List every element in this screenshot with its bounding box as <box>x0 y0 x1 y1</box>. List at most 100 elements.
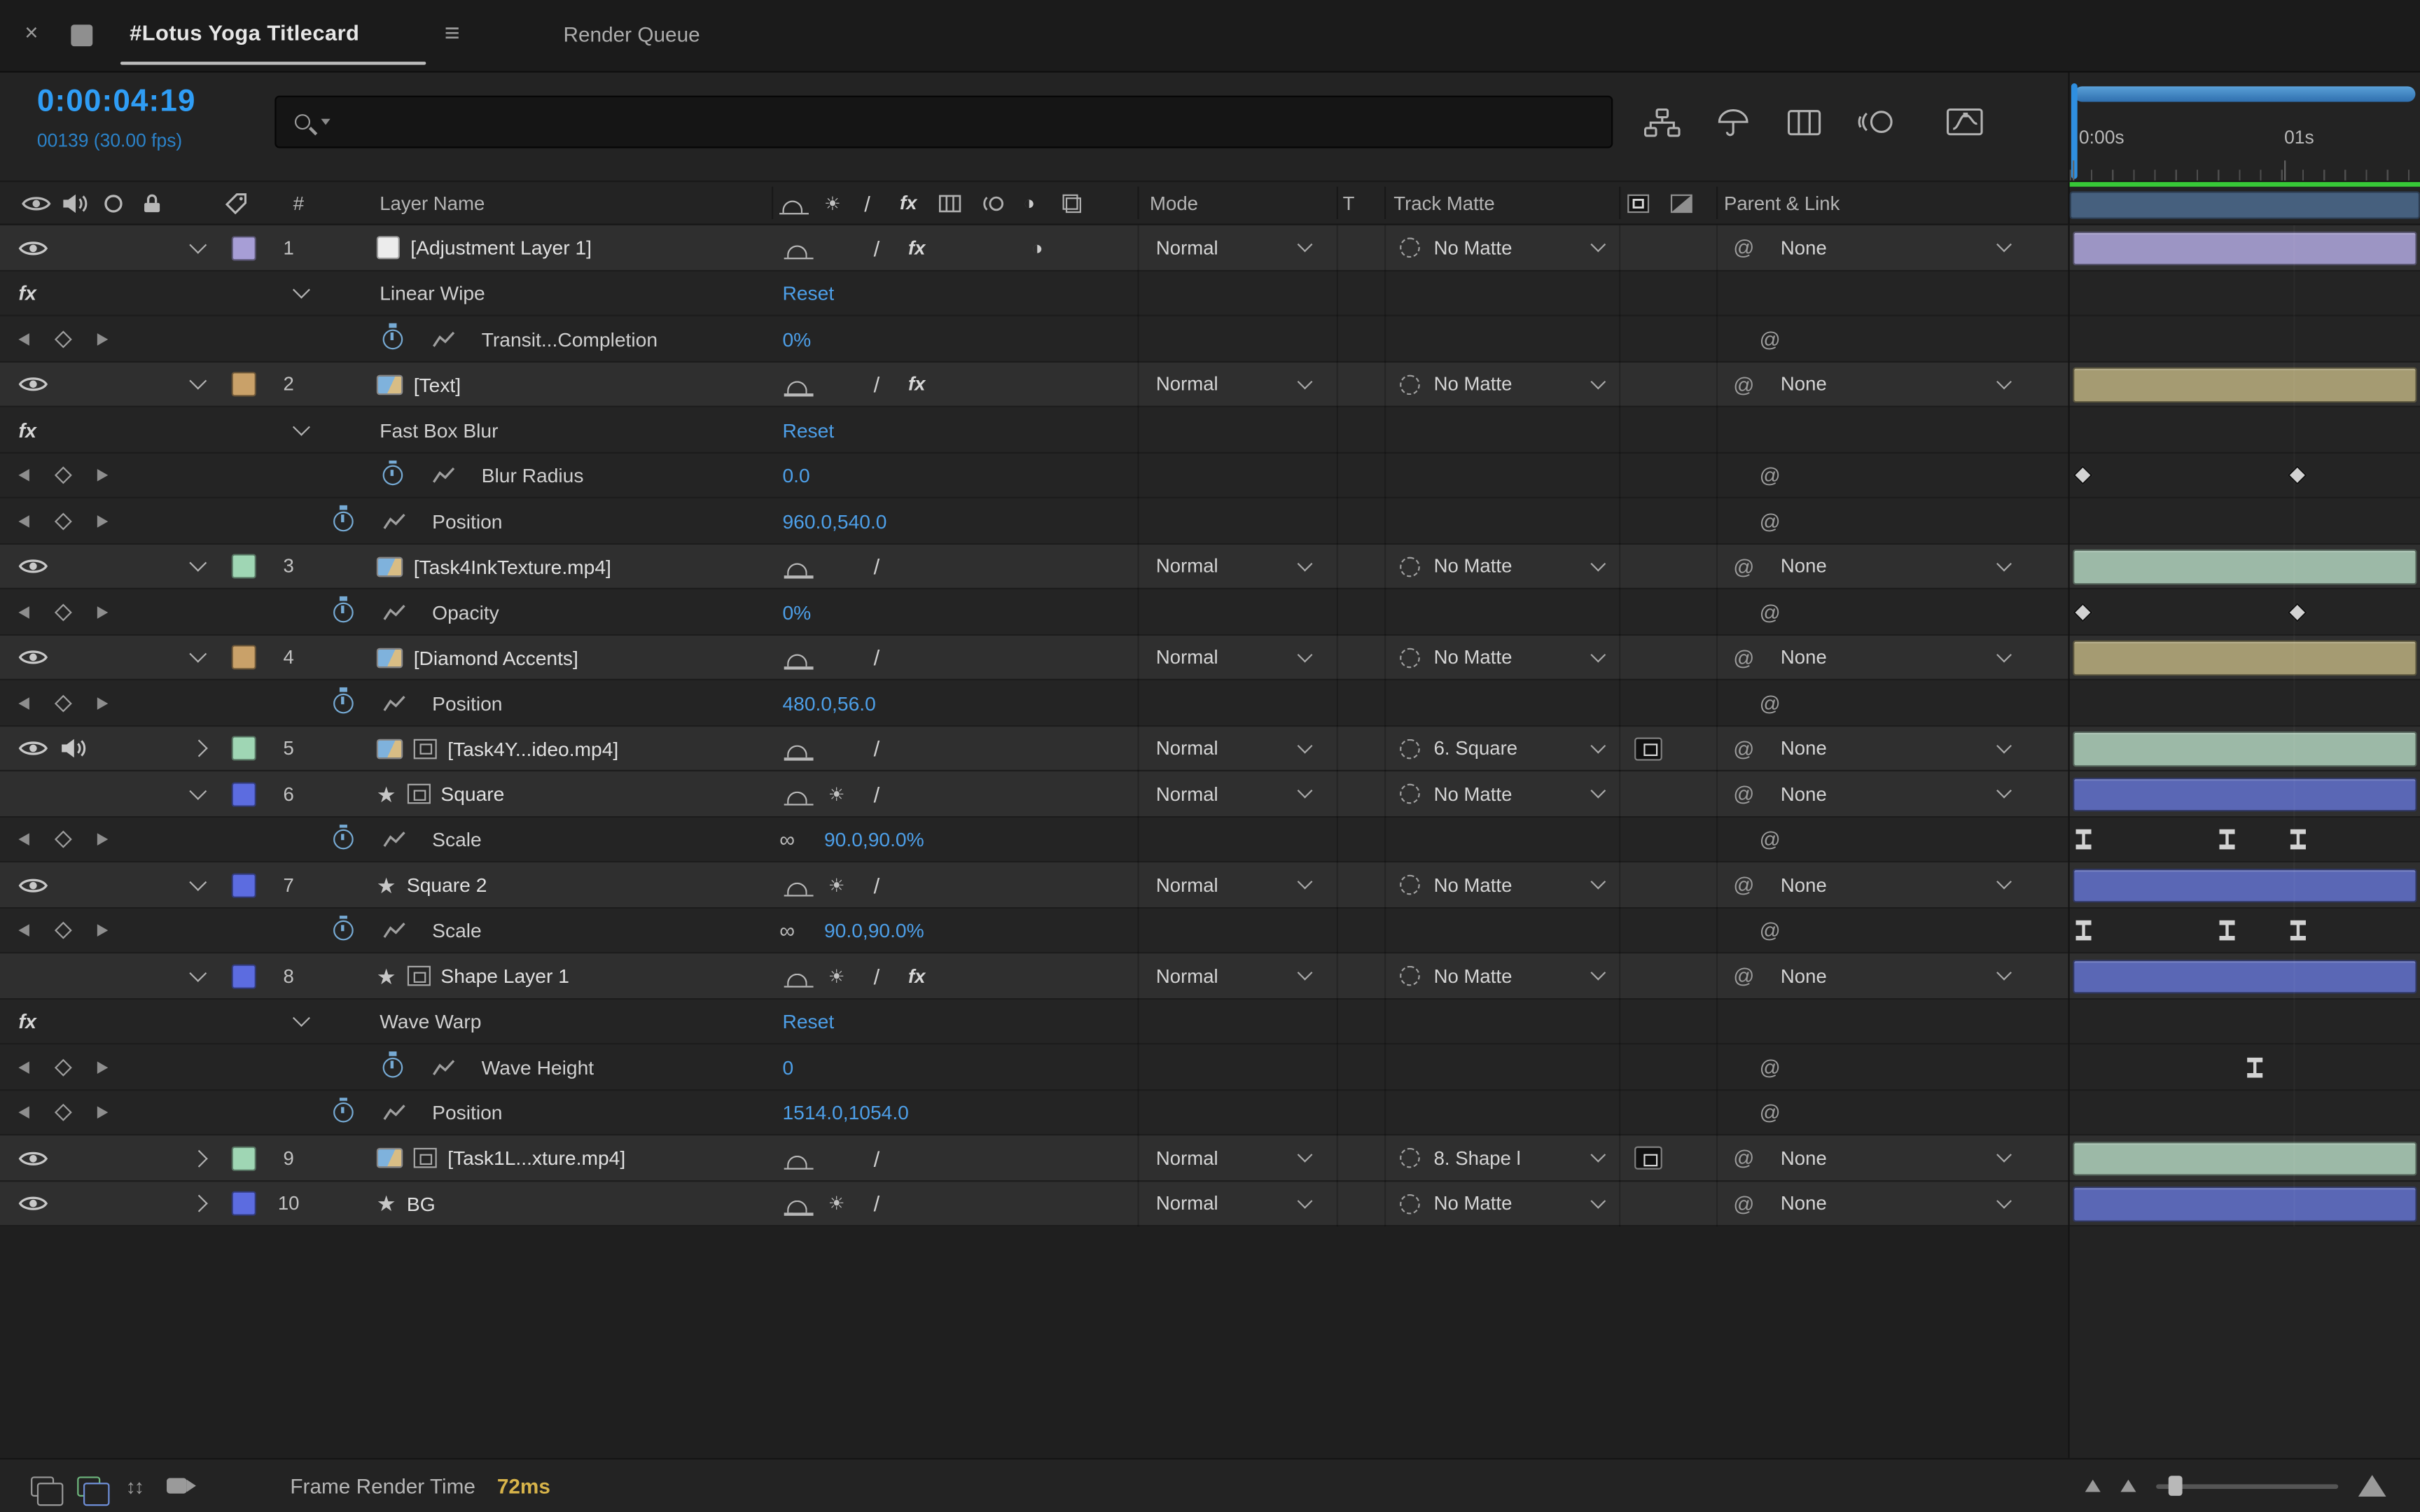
pickwhip-icon[interactable]: @ <box>1760 828 1781 851</box>
preserve-transparency-toggle[interactable] <box>1314 771 1375 817</box>
close-panel-button[interactable]: × <box>25 20 38 46</box>
keyframe-icon[interactable] <box>2076 830 2092 850</box>
shy-toggle[interactable] <box>777 635 816 680</box>
expand-toggle[interactable] <box>173 1181 225 1226</box>
pickwhip-icon[interactable]: @ <box>1760 919 1781 942</box>
previous-keyframe-button[interactable] <box>18 1107 29 1119</box>
layer-name[interactable]: BG <box>407 1192 436 1215</box>
video-toggle[interactable] <box>13 726 53 771</box>
layer-name[interactable]: [Task1L...xture.mp4] <box>447 1147 625 1170</box>
label-swatch[interactable] <box>232 1146 256 1170</box>
mode-select[interactable]: Normal <box>1156 556 1310 578</box>
frame-blend-toggle[interactable] <box>937 862 977 908</box>
lock-toggle[interactable] <box>133 862 173 908</box>
add-keyframe-button[interactable] <box>55 512 72 530</box>
graph-icon[interactable] <box>383 831 406 848</box>
next-keyframe-button[interactable] <box>97 470 108 482</box>
expand-toggle[interactable] <box>296 1016 309 1028</box>
adjustment-toggle[interactable] <box>1017 726 1057 771</box>
fx-toggle[interactable]: fx <box>897 225 937 271</box>
track-matte-icon[interactable] <box>1400 875 1420 895</box>
effect-name[interactable]: Wave Warp <box>380 1010 481 1033</box>
track-matte-select[interactable]: 8. Shape l <box>1434 1147 1604 1169</box>
adjustment-toggle[interactable] <box>1017 362 1057 407</box>
fx-toggle[interactable] <box>897 1181 937 1226</box>
preserve-transparency-toggle[interactable] <box>1314 1135 1375 1181</box>
transfer-controls-pane-toggle[interactable] <box>65 1466 111 1506</box>
layer-duration-bar[interactable] <box>2073 1186 2417 1222</box>
stopwatch-toggle[interactable] <box>383 329 403 349</box>
add-keyframe-button[interactable] <box>55 603 72 621</box>
graph-icon[interactable] <box>432 330 455 347</box>
property-value[interactable]: 0 <box>782 1056 793 1079</box>
pickwhip-icon[interactable]: @ <box>1760 464 1781 487</box>
layer-name-column-header[interactable]: Layer Name <box>380 192 485 214</box>
keyframe-icon[interactable] <box>2290 830 2305 850</box>
pickwhip-icon[interactable]: @ <box>1760 328 1781 351</box>
graph-icon[interactable] <box>383 923 406 939</box>
preserve-transparency-toggle[interactable] <box>1314 544 1375 589</box>
motion-blur-toggle[interactable] <box>977 862 1017 908</box>
mode-select[interactable]: Normal <box>1156 783 1310 805</box>
solo-toggle[interactable] <box>92 362 132 407</box>
graph-icon[interactable] <box>383 1105 406 1121</box>
pickwhip-icon[interactable]: @ <box>1760 510 1781 533</box>
layer-search-box[interactable] <box>274 96 1613 148</box>
add-keyframe-button[interactable] <box>55 1104 72 1121</box>
zoom-slider-thumb[interactable] <box>2169 1476 2183 1496</box>
property-name[interactable]: Position <box>432 692 502 715</box>
adjustment-toggle[interactable]: ◑ <box>1017 225 1057 271</box>
label-swatch[interactable] <box>232 873 256 897</box>
pickwhip-icon[interactable]: @ <box>1733 1192 1754 1215</box>
effect-name[interactable]: Linear Wipe <box>380 282 485 305</box>
effect-name[interactable]: Fast Box Blur <box>380 419 498 442</box>
keyframe-icon[interactable] <box>2076 920 2092 941</box>
preserve-transparency-toggle[interactable] <box>1314 862 1375 908</box>
graph-icon[interactable] <box>383 694 406 711</box>
expand-toggle[interactable] <box>173 1135 225 1181</box>
property-name[interactable]: Position <box>432 510 502 533</box>
parent-select[interactable]: None <box>1781 374 2009 396</box>
audio-toggle[interactable] <box>53 953 92 999</box>
effect-toggle[interactable]: fx <box>18 419 36 442</box>
adjustment-toggle[interactable] <box>1017 953 1057 999</box>
label-swatch[interactable] <box>232 372 256 397</box>
frame-blend-toggle[interactable] <box>937 544 977 589</box>
solo-toggle[interactable] <box>92 771 132 817</box>
adjustment-toggle[interactable] <box>1017 635 1057 680</box>
expand-toggle[interactable] <box>173 225 225 271</box>
draft-3d-button[interactable] <box>1707 99 1760 145</box>
pickwhip-icon[interactable]: @ <box>1733 1147 1754 1170</box>
layer-row[interactable]: 2[Text]/fxNormalNo Matte@None <box>0 362 2420 407</box>
graph-editor-button[interactable] <box>1938 99 1991 145</box>
layer-name[interactable]: [Diamond Accents] <box>414 646 578 669</box>
stopwatch-toggle[interactable] <box>383 1057 403 1077</box>
mode-select[interactable]: Normal <box>1156 1147 1310 1169</box>
pickwhip-icon[interactable]: @ <box>1733 237 1754 260</box>
stopwatch-toggle[interactable] <box>333 1102 354 1123</box>
shy-toggle[interactable] <box>777 1181 816 1226</box>
work-area-bar[interactable] <box>2070 191 2420 219</box>
previous-keyframe-button[interactable] <box>18 470 29 482</box>
quality-toggle[interactable]: / <box>856 544 896 589</box>
time-ruler[interactable]: 0:00s 01s <box>2070 73 2420 181</box>
pickwhip-icon[interactable]: @ <box>1733 965 1754 988</box>
stopwatch-toggle[interactable] <box>333 602 354 622</box>
fx-toggle[interactable] <box>897 862 937 908</box>
collapse-toggle[interactable] <box>816 635 856 680</box>
fx-toggle[interactable]: fx <box>897 362 937 407</box>
expand-toggle[interactable] <box>296 288 309 300</box>
stopwatch-toggle[interactable] <box>333 511 354 531</box>
collapse-toggle[interactable] <box>816 225 856 271</box>
track-matte-icon[interactable] <box>1400 1194 1420 1214</box>
solo-toggle[interactable] <box>92 862 132 908</box>
layer-name[interactable]: Square 2 <box>407 874 487 897</box>
expand-toggle[interactable] <box>173 771 225 817</box>
add-keyframe-button[interactable] <box>55 467 72 484</box>
audio-toggle[interactable] <box>53 544 92 589</box>
video-toggle[interactable] <box>13 1181 53 1226</box>
audio-toggle[interactable] <box>53 771 92 817</box>
track-matte-icon[interactable] <box>1400 238 1420 258</box>
track-matte-column-header[interactable]: Track Matte <box>1393 192 1494 214</box>
shy-toggle[interactable] <box>777 1135 816 1181</box>
